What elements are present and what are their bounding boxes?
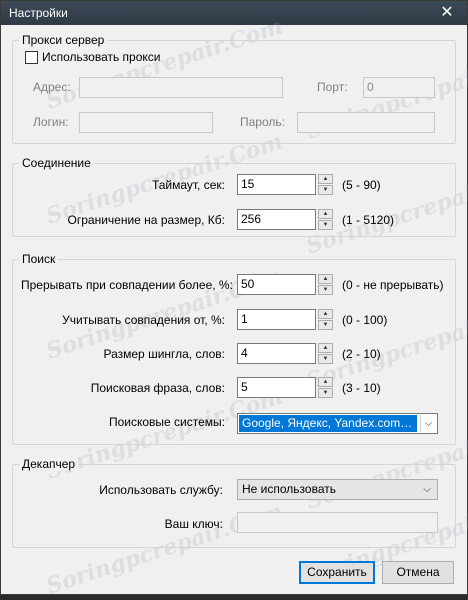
size-limit-range: (1 - 5120) bbox=[342, 213, 395, 227]
phrase-spinner[interactable]: ▲ ▼ bbox=[318, 377, 333, 398]
timeout-range: (5 - 90) bbox=[342, 178, 381, 192]
interrupt-spinner[interactable]: ▲ ▼ bbox=[318, 274, 333, 295]
timeout-spinner[interactable]: ▲ ▼ bbox=[318, 174, 333, 195]
spin-down-icon[interactable]: ▼ bbox=[318, 185, 333, 195]
spin-down-icon[interactable]: ▼ bbox=[318, 354, 333, 364]
size-limit-label: Ограничение на размер, Кб: bbox=[67, 213, 225, 227]
address-field[interactable] bbox=[79, 77, 283, 98]
timeout-input[interactable]: 15 bbox=[237, 174, 316, 195]
password-label: Пароль: bbox=[240, 115, 285, 129]
size-limit-input[interactable]: 256 bbox=[237, 209, 316, 230]
title-bar: Настройки ✕ bbox=[1, 1, 467, 25]
count-from-spinner[interactable]: ▲ ▼ bbox=[318, 309, 333, 330]
interrupt-label: Прерывать при совпадении более, %: bbox=[21, 278, 233, 292]
proxy-legend: Прокси сервер bbox=[19, 33, 108, 47]
window-title: Настройки bbox=[9, 6, 68, 20]
password-field[interactable] bbox=[297, 112, 435, 133]
count-from-range: (0 - 100) bbox=[342, 313, 388, 327]
key-label: Ваш ключ: bbox=[164, 517, 223, 531]
service-label: Использовать службу: bbox=[99, 483, 223, 497]
engines-select[interactable]: Google, Яндекс, Yandex.com, Ra... ⌵ bbox=[237, 413, 438, 434]
chevron-down-icon[interactable]: ⌵ bbox=[420, 415, 436, 432]
port-label: Порт: bbox=[317, 80, 348, 94]
chevron-down-icon[interactable]: ⌵ bbox=[419, 481, 435, 498]
timeout-label: Таймаут, сек: bbox=[151, 178, 225, 192]
search-legend: Поиск bbox=[19, 252, 59, 266]
settings-window: Настройки ✕ Soringpcrepair.Com Soringpcr… bbox=[0, 0, 468, 600]
cancel-button[interactable]: Отмена bbox=[382, 561, 454, 584]
use-proxy-checkbox[interactable] bbox=[25, 51, 38, 64]
spin-up-icon[interactable]: ▲ bbox=[318, 377, 333, 387]
service-selected: Не использовать bbox=[242, 482, 336, 496]
shingle-label: Размер шингла, слов: bbox=[103, 347, 225, 361]
spin-down-icon[interactable]: ▼ bbox=[318, 388, 333, 398]
phrase-label: Поисковая фраза, слов: bbox=[90, 381, 225, 395]
decaptcha-legend: Декапчер bbox=[19, 457, 79, 471]
engines-label: Поисковые системы: bbox=[108, 415, 225, 429]
spin-up-icon[interactable]: ▲ bbox=[318, 274, 333, 284]
spin-down-icon[interactable]: ▼ bbox=[318, 320, 333, 330]
key-field[interactable] bbox=[237, 512, 438, 533]
engines-selected: Google, Яндекс, Yandex.com, Ra... bbox=[239, 415, 417, 432]
use-proxy-label: Использовать прокси bbox=[42, 50, 161, 64]
phrase-range: (3 - 10) bbox=[342, 381, 381, 395]
shingle-range: (2 - 10) bbox=[342, 347, 381, 361]
interrupt-input[interactable]: 50 bbox=[237, 274, 316, 295]
close-icon[interactable]: ✕ bbox=[437, 3, 457, 23]
login-field[interactable] bbox=[79, 112, 213, 133]
shingle-spinner[interactable]: ▲ ▼ bbox=[318, 343, 333, 364]
login-label: Логин: bbox=[33, 115, 69, 129]
spin-up-icon[interactable]: ▲ bbox=[318, 343, 333, 353]
phrase-input[interactable]: 5 bbox=[237, 377, 316, 398]
service-select[interactable]: Не использовать ⌵ bbox=[237, 479, 438, 500]
address-label: Адрес: bbox=[33, 80, 71, 94]
spin-up-icon[interactable]: ▲ bbox=[318, 309, 333, 319]
spin-up-icon[interactable]: ▲ bbox=[318, 209, 333, 219]
size-limit-spinner[interactable]: ▲ ▼ bbox=[318, 209, 333, 230]
decaptcha-group: Декапчер bbox=[12, 457, 456, 548]
count-from-label: Учитывать совпадения от, %: bbox=[62, 313, 225, 327]
connection-legend: Соединение bbox=[19, 156, 94, 170]
count-from-input[interactable]: 1 bbox=[237, 309, 316, 330]
spin-down-icon[interactable]: ▼ bbox=[318, 220, 333, 230]
save-button[interactable]: Сохранить bbox=[299, 561, 375, 584]
shingle-input[interactable]: 4 bbox=[237, 343, 316, 364]
interrupt-range: (0 - не прерывать) bbox=[342, 278, 444, 292]
spin-down-icon[interactable]: ▼ bbox=[318, 285, 333, 295]
spin-up-icon[interactable]: ▲ bbox=[318, 174, 333, 184]
port-field[interactable]: 0 bbox=[363, 77, 435, 98]
